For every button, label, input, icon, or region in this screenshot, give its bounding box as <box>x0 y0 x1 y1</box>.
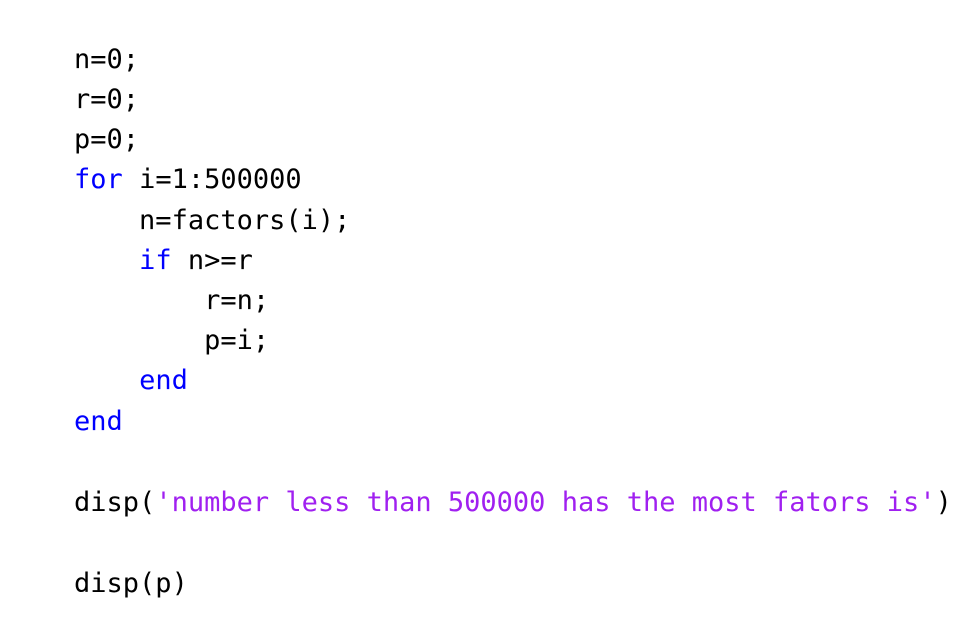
code-line-2[interactable]: r=0; <box>9 40 139 115</box>
code-line-6[interactable]: if n>=r <box>9 201 253 276</box>
code-line-4[interactable]: for i=1:500000 <box>9 120 302 195</box>
code-line-14[interactable]: disp(p) <box>9 524 188 599</box>
code-line-7[interactable]: r=n; <box>9 241 269 316</box>
keyword-token: end <box>74 406 123 437</box>
code-line-9[interactable]: end <box>9 321 188 396</box>
code-token: disp(p) <box>74 568 188 599</box>
code-line-10[interactable]: end <box>9 362 123 437</box>
code-token: ) <box>935 487 952 518</box>
code-line-8[interactable]: p=i; <box>9 281 269 356</box>
code-line-1[interactable]: n=0; <box>9 0 139 75</box>
string-token: 'number less than 500000 has the most fa… <box>155 487 936 518</box>
code-line-3[interactable]: p=0; <box>9 80 139 155</box>
code-editor[interactable]: n=0; r=0; p=0; for i=1:500000 n=factors(… <box>0 0 966 599</box>
code-line-12[interactable]: disp('number less than 500000 has the mo… <box>9 443 952 518</box>
code-token: disp( <box>74 487 156 518</box>
keyword-token: end <box>139 365 188 396</box>
code-line-5[interactable]: n=factors(i); <box>9 161 350 236</box>
